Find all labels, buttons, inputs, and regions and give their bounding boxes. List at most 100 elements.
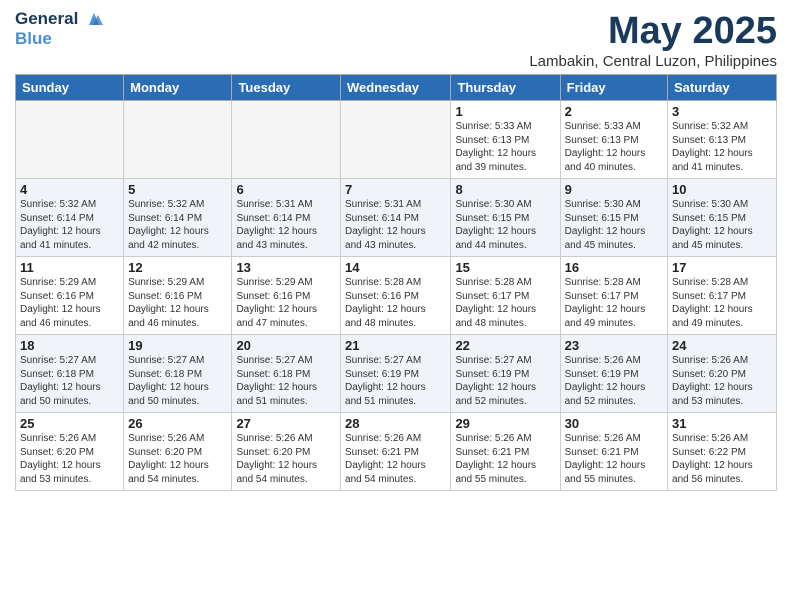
location: Lambakin, Central Luzon, Philippines <box>529 53 777 70</box>
day-number: 23 <box>565 338 663 353</box>
cell-info: Sunrise: 5:30 AMSunset: 6:15 PMDaylight:… <box>565 198 663 252</box>
calendar-cell: 20Sunrise: 5:27 AMSunset: 6:18 PMDayligh… <box>232 335 341 413</box>
day-number: 10 <box>672 182 772 197</box>
calendar-cell: 2Sunrise: 5:33 AMSunset: 6:13 PMDaylight… <box>560 101 667 179</box>
calendar-cell <box>124 101 232 179</box>
day-number: 19 <box>128 338 227 353</box>
month-title: May 2025 <box>529 10 777 53</box>
calendar-cell: 28Sunrise: 5:26 AMSunset: 6:21 PMDayligh… <box>341 413 451 491</box>
weekday-header-saturday: Saturday <box>668 75 777 101</box>
calendar-cell: 9Sunrise: 5:30 AMSunset: 6:15 PMDaylight… <box>560 179 667 257</box>
calendar-cell: 30Sunrise: 5:26 AMSunset: 6:21 PMDayligh… <box>560 413 667 491</box>
calendar-cell: 7Sunrise: 5:31 AMSunset: 6:14 PMDaylight… <box>341 179 451 257</box>
cell-info: Sunrise: 5:26 AMSunset: 6:20 PMDaylight:… <box>236 432 336 486</box>
day-number: 13 <box>236 260 336 275</box>
calendar-cell: 16Sunrise: 5:28 AMSunset: 6:17 PMDayligh… <box>560 257 667 335</box>
day-number: 31 <box>672 416 772 431</box>
weekday-header-friday: Friday <box>560 75 667 101</box>
day-number: 14 <box>345 260 446 275</box>
header: General Blue May 2025 Lambakin, Central … <box>15 10 777 70</box>
calendar-cell: 23Sunrise: 5:26 AMSunset: 6:19 PMDayligh… <box>560 335 667 413</box>
day-number: 22 <box>455 338 555 353</box>
day-number: 20 <box>236 338 336 353</box>
calendar-cell: 14Sunrise: 5:28 AMSunset: 6:16 PMDayligh… <box>341 257 451 335</box>
calendar-cell: 13Sunrise: 5:29 AMSunset: 6:16 PMDayligh… <box>232 257 341 335</box>
day-number: 3 <box>672 104 772 119</box>
cell-info: Sunrise: 5:28 AMSunset: 6:17 PMDaylight:… <box>455 276 555 330</box>
day-number: 26 <box>128 416 227 431</box>
day-number: 6 <box>236 182 336 197</box>
day-number: 1 <box>455 104 555 119</box>
logo-text: General Blue <box>15 10 103 49</box>
day-number: 5 <box>128 182 227 197</box>
weekday-header-wednesday: Wednesday <box>341 75 451 101</box>
cell-info: Sunrise: 5:27 AMSunset: 6:19 PMDaylight:… <box>455 354 555 408</box>
calendar-cell: 17Sunrise: 5:28 AMSunset: 6:17 PMDayligh… <box>668 257 777 335</box>
day-number: 25 <box>20 416 119 431</box>
cell-info: Sunrise: 5:30 AMSunset: 6:15 PMDaylight:… <box>672 198 772 252</box>
cell-info: Sunrise: 5:27 AMSunset: 6:19 PMDaylight:… <box>345 354 446 408</box>
calendar-cell: 25Sunrise: 5:26 AMSunset: 6:20 PMDayligh… <box>16 413 124 491</box>
calendar-cell: 12Sunrise: 5:29 AMSunset: 6:16 PMDayligh… <box>124 257 232 335</box>
calendar-cell: 1Sunrise: 5:33 AMSunset: 6:13 PMDaylight… <box>451 101 560 179</box>
cell-info: Sunrise: 5:27 AMSunset: 6:18 PMDaylight:… <box>128 354 227 408</box>
cell-info: Sunrise: 5:29 AMSunset: 6:16 PMDaylight:… <box>20 276 119 330</box>
day-number: 2 <box>565 104 663 119</box>
calendar-cell: 3Sunrise: 5:32 AMSunset: 6:13 PMDaylight… <box>668 101 777 179</box>
cell-info: Sunrise: 5:31 AMSunset: 6:14 PMDaylight:… <box>345 198 446 252</box>
cell-info: Sunrise: 5:26 AMSunset: 6:20 PMDaylight:… <box>128 432 227 486</box>
weekday-header-sunday: Sunday <box>16 75 124 101</box>
calendar-cell: 24Sunrise: 5:26 AMSunset: 6:20 PMDayligh… <box>668 335 777 413</box>
calendar-week-row: 18 Sunrise: 5:27 AMSunset: 6:18 PMDayligh… <box>16 335 777 413</box>
calendar-cell: 31Sunrise: 5:26 AMSunset: 6:22 PMDayligh… <box>668 413 777 491</box>
calendar-header-row: SundayMondayTuesdayWednesdayThursdayFrid… <box>16 75 777 101</box>
cell-info: Sunrise: 5:26 AMSunset: 6:19 PMDaylight:… <box>565 354 663 408</box>
calendar-cell: 8Sunrise: 5:30 AMSunset: 6:15 PMDaylight… <box>451 179 560 257</box>
cell-info: Sunrise: 5:32 AMSunset: 6:13 PMDaylight:… <box>672 120 772 174</box>
calendar-cell: 15Sunrise: 5:28 AMSunset: 6:17 PMDayligh… <box>451 257 560 335</box>
cell-info: Sunrise: 5:28 AMSunset: 6:16 PMDaylight:… <box>345 276 446 330</box>
calendar-week-row: 25Sunrise: 5:26 AMSunset: 6:20 PMDayligh… <box>16 413 777 491</box>
logo-general: General <box>15 9 78 28</box>
weekday-header-thursday: Thursday <box>451 75 560 101</box>
cell-info: Sunrise: 5:28 AMSunset: 6:17 PMDaylight:… <box>565 276 663 330</box>
cell-info: Sunrise: 5:30 AMSunset: 6:15 PMDaylight:… <box>455 198 555 252</box>
calendar-cell: 10Sunrise: 5:30 AMSunset: 6:15 PMDayligh… <box>668 179 777 257</box>
calendar-week-row: 4Sunrise: 5:32 AMSunset: 6:14 PMDaylight… <box>16 179 777 257</box>
calendar-cell: 11Sunrise: 5:29 AMSunset: 6:16 PMDayligh… <box>16 257 124 335</box>
weekday-header-tuesday: Tuesday <box>232 75 341 101</box>
calendar-cell: 4Sunrise: 5:32 AMSunset: 6:14 PMDaylight… <box>16 179 124 257</box>
calendar-cell <box>232 101 341 179</box>
day-number: 15 <box>455 260 555 275</box>
calendar-cell: 18Sunrise: 5:27 AMSunset: 6:18 PMDayligh… <box>16 335 124 413</box>
day-number: 24 <box>672 338 772 353</box>
cell-info: Sunrise: 5:28 AMSunset: 6:17 PMDaylight:… <box>672 276 772 330</box>
day-number: 8 <box>455 182 555 197</box>
day-number: 30 <box>565 416 663 431</box>
calendar-cell: 21Sunrise: 5:27 AMSunset: 6:19 PMDayligh… <box>341 335 451 413</box>
day-number: 27 <box>236 416 336 431</box>
day-number: 4 <box>20 182 119 197</box>
calendar-cell: 26Sunrise: 5:26 AMSunset: 6:20 PMDayligh… <box>124 413 232 491</box>
day-number: 18 <box>20 338 119 353</box>
cell-info: Sunrise: 5:26 AMSunset: 6:20 PMDaylight:… <box>20 432 119 486</box>
cell-info: Sunrise: 5:29 AMSunset: 6:16 PMDaylight:… <box>236 276 336 330</box>
cell-info: Sunrise: 5:32 AMSunset: 6:14 PMDaylight:… <box>20 198 119 252</box>
page-container: General Blue May 2025 Lambakin, Central … <box>0 0 792 501</box>
cell-info: Sunrise: 5:27 AMSunset: 6:18 PMDaylight:… <box>236 354 336 408</box>
calendar-cell <box>341 101 451 179</box>
day-number: 17 <box>672 260 772 275</box>
calendar-cell: 19Sunrise: 5:27 AMSunset: 6:18 PMDayligh… <box>124 335 232 413</box>
cell-info: Sunrise: 5:33 AMSunset: 6:13 PMDaylight:… <box>565 120 663 174</box>
calendar-cell: 5Sunrise: 5:32 AMSunset: 6:14 PMDaylight… <box>124 179 232 257</box>
cell-info: Sunrise: 5:26 AMSunset: 6:20 PMDaylight:… <box>672 354 772 408</box>
calendar-week-row: 1Sunrise: 5:33 AMSunset: 6:13 PMDaylight… <box>16 101 777 179</box>
cell-info: Sunrise: 5:26 AMSunset: 6:21 PMDaylight:… <box>345 432 446 486</box>
calendar-table: SundayMondayTuesdayWednesdayThursdayFrid… <box>15 74 777 491</box>
logo-blue: Blue <box>15 29 103 49</box>
cell-info: Sunrise: 5:29 AMSunset: 6:16 PMDaylight:… <box>128 276 227 330</box>
day-number: 11 <box>20 260 119 275</box>
cell-info: Sunrise: 5:26 AMSunset: 6:22 PMDaylight:… <box>672 432 772 486</box>
logo-icon <box>85 11 103 29</box>
cell-info: Sunrise: 5:33 AMSunset: 6:13 PMDaylight:… <box>455 120 555 174</box>
